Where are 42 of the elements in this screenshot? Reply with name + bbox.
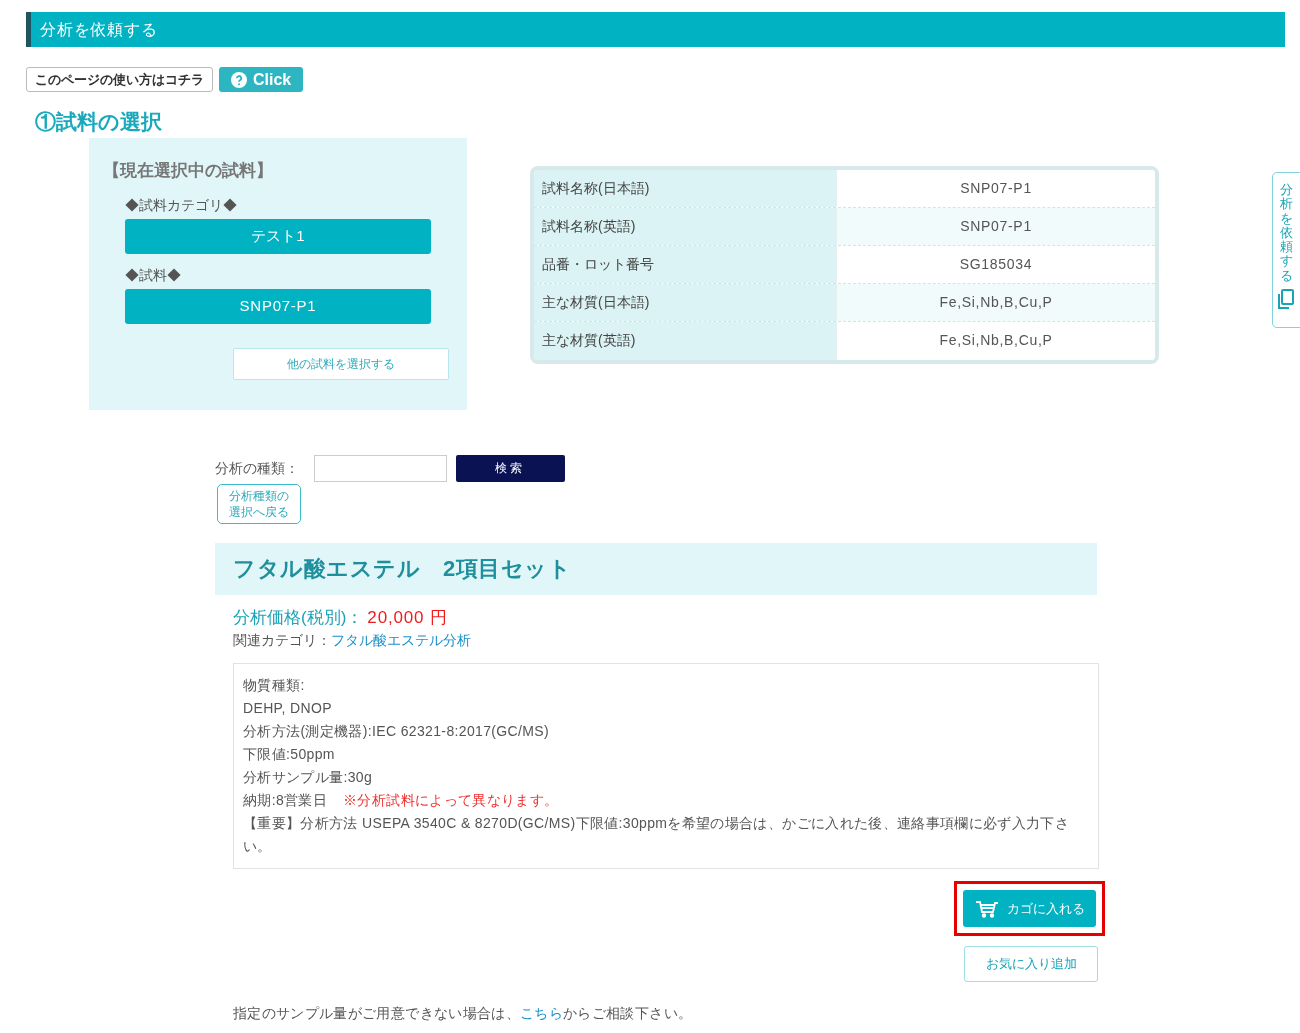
table-label-cell: 主な材質(英語)	[534, 321, 837, 360]
category-label: ◆試料カテゴリ◆	[125, 196, 237, 215]
table-value-cell: Fe,Si,Nb,B,Cu,P	[837, 283, 1155, 321]
detail-line: DEHP, DNOP	[243, 699, 333, 718]
search-button[interactable]: 検索	[456, 454, 565, 482]
detail-line: 分析方法(測定機器):IEC 62321-8:2017(GC/MS)	[243, 722, 550, 741]
product-title: フタル酸エステル 2項目セット	[233, 555, 572, 583]
cart-icon	[974, 899, 999, 918]
contact-link[interactable]: こちら	[520, 1005, 564, 1021]
help-click-button[interactable]: Click	[219, 67, 304, 92]
detail-line: 【重要】分析方法 USEPA 3540C & 8270D(GC/MS)下限値:30ppmを希望の場合は、かごに入れた後、連絡事項欄に必ず入力下さい。	[243, 814, 1071, 856]
price-label: 分析価格(税別)：	[233, 606, 364, 629]
category-value-button[interactable]: テスト1	[125, 219, 431, 254]
analysis-type-label: 分析の種類：	[215, 458, 300, 478]
help-label: このページの使い方はコチラ	[26, 67, 213, 92]
side-request-tab[interactable]: 分析を依頼する	[1272, 172, 1300, 328]
table-value-cell: SNP07-P1	[837, 207, 1155, 245]
document-icon	[1278, 289, 1294, 310]
analysis-type-field[interactable]	[314, 454, 447, 482]
section-title: ①試料の選択	[35, 109, 162, 135]
sample-label: ◆試料◆	[125, 266, 181, 285]
category-link[interactable]: フタル酸エステル分析	[331, 630, 471, 651]
back-to-type-button[interactable]: 分析種類の選択へ戻る	[217, 483, 301, 524]
table-label-cell: 品番・ロット番号	[534, 245, 837, 283]
footer-note: 指定のサンプル量がご用意できない場合は、こちらからご相談下さい。	[233, 1004, 693, 1023]
add-favorite-button[interactable]: お気に入り追加	[964, 946, 1098, 982]
detail-line: 物質種類:	[243, 676, 306, 695]
table-label-cell: 試料名称(日本語)	[534, 169, 837, 207]
price-value: 20,000 円	[367, 606, 448, 629]
side-tab-label: 分析を依頼する	[1279, 183, 1293, 284]
add-to-cart-button[interactable]: カゴに入れる	[963, 890, 1096, 927]
table-label-cell: 試料名称(英語)	[534, 207, 837, 245]
question-icon	[231, 71, 247, 88]
detail-line: 納期:8営業日 ※分析試料によって異なります。	[243, 791, 560, 810]
panel-heading: 【現在選択中の試料】	[103, 159, 273, 182]
change-sample-button[interactable]: 他の試料を選択する	[233, 348, 449, 380]
header-title: 分析を依頼する	[40, 19, 158, 40]
detail-line: 分析サンプル量:30g	[243, 768, 374, 787]
table-label-cell: 主な材質(日本語)	[534, 283, 837, 321]
detail-line: 下限値:50ppm	[243, 745, 336, 764]
sample-value-button[interactable]: SNP07-P1	[125, 289, 431, 324]
category-link-label: 関連カテゴリ：	[233, 631, 331, 650]
